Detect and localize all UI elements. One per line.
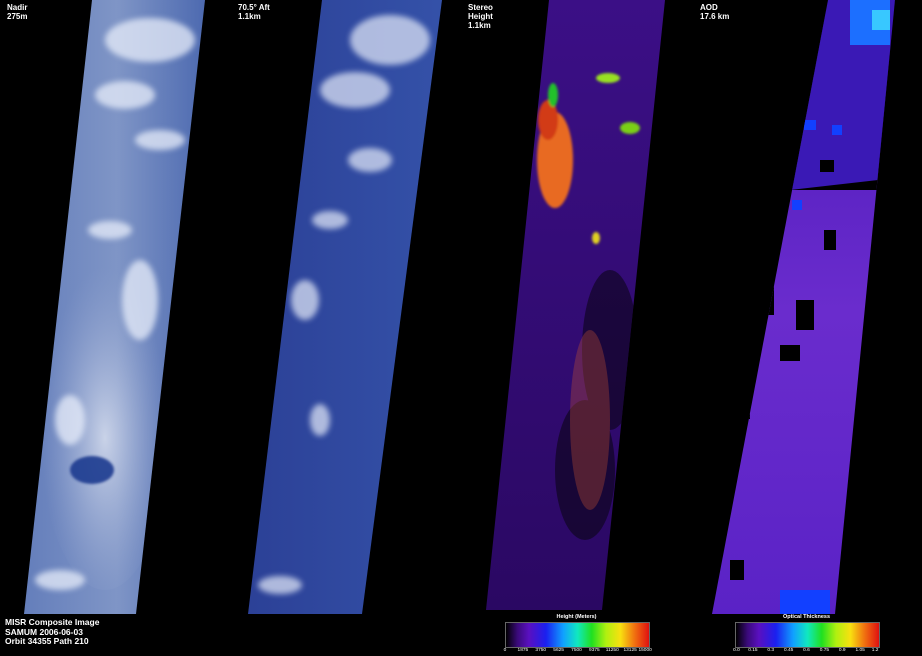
misr-composite-imagery <box>24 0 895 614</box>
aod-strip <box>712 0 895 614</box>
aod-tick: 0.9 <box>838 648 846 653</box>
height-colorbar <box>505 622 650 648</box>
aft-strip <box>248 0 442 614</box>
height-tick: 1875 <box>517 648 529 653</box>
aod-tick: 0.3 <box>767 648 775 653</box>
height-colorbar-title: Height (Meters) <box>556 614 597 620</box>
panel-label-nadir: Nadir 275m <box>7 3 28 21</box>
stereo-height-strip <box>486 0 665 610</box>
height-tick: 11250 <box>605 648 619 653</box>
aod-tick: 1.05 <box>855 648 865 653</box>
aod-tick: 0.0 <box>733 648 740 653</box>
info-line-orbit: Orbit 34355 Path 210 <box>5 636 89 646</box>
height-tick: 9375 <box>589 648 600 653</box>
height-tick: 15000 <box>638 648 652 653</box>
image-info: MISR Composite Image SAMUM 2006-06-03 Or… <box>5 617 99 647</box>
nadir-strip <box>24 0 205 614</box>
aod-tick: 0.75 <box>819 648 830 653</box>
height-tick: 7500 <box>571 648 582 653</box>
aod-colorbar-title: Optical Thickness <box>782 614 831 620</box>
height-tick: 5625 <box>553 648 564 653</box>
height-colorbar-ticks: 0 1875 3750 5625 7500 9375 11250 13125 1… <box>503 648 652 655</box>
aod-tick: 0.6 <box>803 648 810 653</box>
aod-tick: 0.15 <box>748 648 758 653</box>
height-tick: 13125 <box>623 648 637 653</box>
height-tick: 3750 <box>535 648 547 653</box>
aod-colorbar <box>735 622 880 648</box>
aod-tick: 1.2 <box>871 648 879 653</box>
aod-tick: 0.45 <box>783 648 794 653</box>
panel-label-aft: 70.5° Aft 1.1km <box>238 3 270 21</box>
panel-label-aod: AOD 17.6 km <box>700 3 730 21</box>
height-tick: 0 <box>503 648 507 653</box>
aod-colorbar-ticks: 0.0 0.15 0.3 0.45 0.6 0.75 0.9 1.05 1.2 <box>733 648 879 655</box>
panel-label-stereo: Stereo Height 1.1km <box>468 3 493 30</box>
